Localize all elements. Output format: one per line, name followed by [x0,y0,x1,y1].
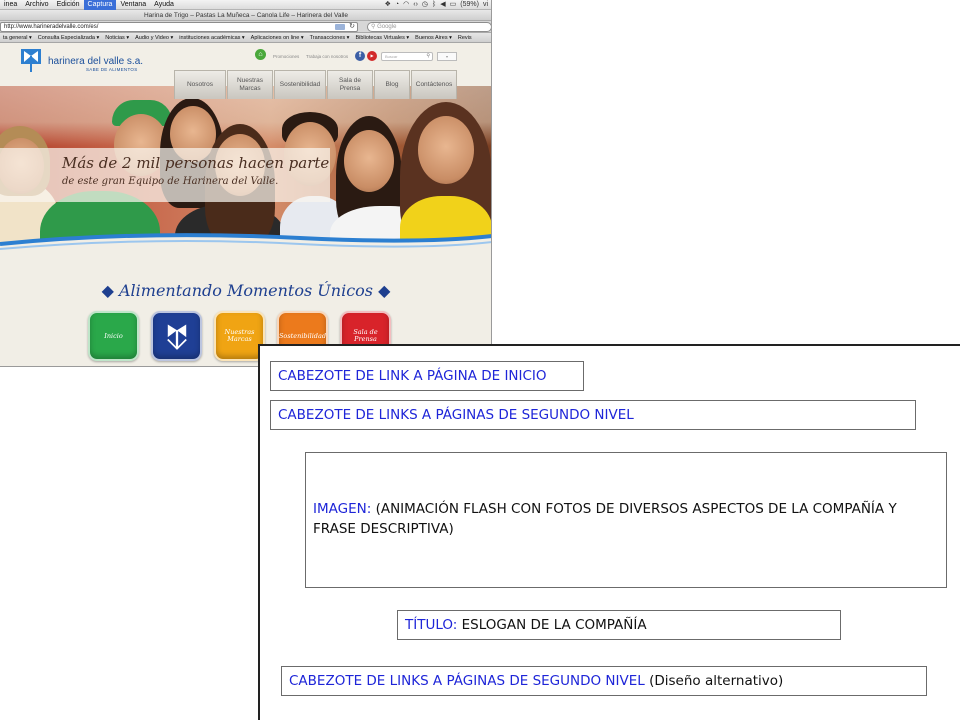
annotation-note: (Diseño alternativo) [649,673,784,689]
site-search-placeholder: Buscar [385,54,398,59]
nav-tab-label: Sala de Prensa [338,77,362,92]
bookmark-item[interactable]: Transacciones ▾ [307,33,353,43]
hero-subline: de este gran Equipo de Harinera del Vall… [62,176,279,187]
annotation-text: CABEZOTE DE LINK A PÁGINA DE INICIO [278,368,547,384]
annotation-home-header: CABEZOTE DE LINK A PÁGINA DE INICIO [270,361,584,391]
annotation-title: TÍTULO: ESLOGAN DE LA COMPAÑÍA [397,610,841,640]
annotation-second-level-header: CABEZOTE DE LINKS A PÁGINAS DE SEGUNDO N… [270,400,916,430]
youtube-icon[interactable]: ▶ [367,51,377,61]
menu-item-ayuda[interactable]: Ayuda [150,0,178,10]
tile-label: Inicio [104,331,123,340]
annotation-image: IMAGEN: (ANIMACIÓN FLASH CON FOTOS DE DI… [305,452,947,588]
battery-percent: (59%) [460,1,479,8]
bookmark-item[interactable]: Revis [455,33,475,43]
nav-tab-label: Blog [385,81,399,88]
nav-tab-contactenos[interactable]: Contáctenos [411,70,457,99]
home-icon[interactable]: ⌂ [255,49,266,60]
tile-inicio[interactable]: Inicio [88,311,139,361]
bookmark-item[interactable]: instituciones académicas ▾ [176,33,247,43]
menu-item[interactable]: inea [0,0,21,10]
nav-tab-label: Nuestras Marcas [236,77,263,92]
site-search-field[interactable]: Buscar ⚲ [381,52,433,61]
menu-item-archivo[interactable]: Archivo [21,0,52,10]
mac-menubar: inea Archivo Edición Captura Ventana Ayuda ❖ ◔… [0,0,491,10]
code-icon: ‹› [413,1,418,8]
annotation-text: ESLOGAN DE LA COMPAÑÍA [461,617,647,633]
nav-tab-label: Contáctenos [415,81,453,88]
annotation-text: (ANIMACIÓN FLASH CON FOTOS DE DIVERSOS A… [313,501,897,537]
browser-search-placeholder: Google [377,24,397,30]
annotation-text: CABEZOTE DE LINKS A PÁGINAS DE SEGUNDO N… [289,673,645,689]
dropbox-icon: ❖ [384,1,391,8]
tile-label: Sostenibilidad [278,331,327,340]
promociones-link[interactable]: Promociones [273,54,299,59]
bookmark-item[interactable]: Buenos Aires ▾ [412,33,455,43]
bluetooth-icon: ᛒ [432,1,437,8]
search-icon[interactable]: ⚲ [426,53,430,60]
nav-tab-nosotros[interactable]: Nosotros [174,70,226,99]
harinera-logo-icon[interactable] [20,48,42,74]
site-slogan: ◆ Alimentando Momentos Únicos ◆ [101,281,391,300]
wifi-icon: ◠ [403,1,410,8]
annotation-label: IMAGEN: [313,501,372,517]
address-row: http://www.harineradelvalle.com/es/ ↻ ⚲ … [0,21,491,33]
menubar-status: ❖ ◔ ◠ ‹› ◷ ᛒ ◀ ▭ (59%) vi [383,0,490,10]
language-select[interactable]: ▾ [437,52,457,61]
nav-tab-sostenibilidad[interactable]: Sostenibilidad [274,70,326,99]
menu-item-captura[interactable]: Captura [83,0,117,10]
tile-label: Nuestras Marcas [224,328,255,343]
annotation-alt-header: CABEZOTE DE LINKS A PÁGINAS DE SEGUNDO N… [281,666,927,696]
reload-icon[interactable]: ↻ [349,22,355,31]
bookmark-item[interactable]: Bibliotecas Virtuales ▾ [352,33,412,43]
menubar-extra: vi [482,1,488,8]
tile-logo[interactable] [151,311,202,361]
person-face [418,116,474,184]
bookmark-item[interactable]: Noticias ▾ [102,33,132,43]
logo-tagline: SABE DE ALIMENTOS [86,67,138,72]
nav-tab-blog[interactable]: Blog [374,70,410,99]
nav-tab-nuestras-marcas[interactable]: Nuestras Marcas [227,70,273,99]
menu-item-edicion[interactable]: Edición [53,0,84,10]
bookmark-item[interactable]: ta general ▾ [0,33,35,43]
bookmark-item[interactable]: Aplicaciones on line ▾ [248,33,307,43]
person-face [344,130,394,192]
wave-divider [0,233,491,270]
facebook-icon[interactable]: f [355,51,365,61]
bookmark-item[interactable]: Audio y Video ▾ [132,33,176,43]
trabaja-con-nosotros-link[interactable]: Trabaja con nosotros [306,54,348,59]
battery-icon: ▭ [449,1,457,8]
annotation-label: TÍTULO: [405,617,458,633]
menu-item-ventana[interactable]: Ventana [116,0,150,10]
bookmarks-bar: ta general ▾ Consulta Especializada ▾ Noti… [0,33,491,43]
window-title: Harina de Trigo – Pastas La Muñeca – Can… [0,10,491,21]
url-text: http://www.harineradelvalle.com/es/ [4,24,99,30]
website-screenshot: inea Archivo Edición Captura Ventana Ayuda ❖ ◔… [0,0,492,367]
tile-label: Sala de Prensa [353,328,378,343]
nav-tab-label: Nosotros [186,81,213,88]
bookmark-item[interactable]: Consulta Especializada ▾ [35,33,102,43]
annotation-panel: CABEZOTE DE LINK A PÁGINA DE INICIO CABE… [258,344,960,720]
time-machine-icon: ◷ [421,1,429,8]
nav-tab-sala-de-prensa[interactable]: Sala de Prensa [327,70,373,99]
clock-icon: ◔ [394,1,400,8]
logo-name[interactable]: harinera del valle s.a. [48,56,143,67]
search-icon: ⚲ [371,24,376,30]
hero-headline: Más de 2 mil personas hacen parte [62,154,330,172]
url-field[interactable]: http://www.harineradelvalle.com/es/ ↻ [0,22,358,32]
annotation-text: CABEZOTE DE LINKS A PÁGINAS DE SEGUNDO N… [278,407,634,423]
rss-icon[interactable] [335,24,345,30]
volume-icon: ◀ [440,1,446,8]
harinera-logo-icon [166,324,187,350]
browser-search-field[interactable]: ⚲ Google [367,22,491,32]
nav-tab-label: Sostenibilidad [279,81,321,88]
